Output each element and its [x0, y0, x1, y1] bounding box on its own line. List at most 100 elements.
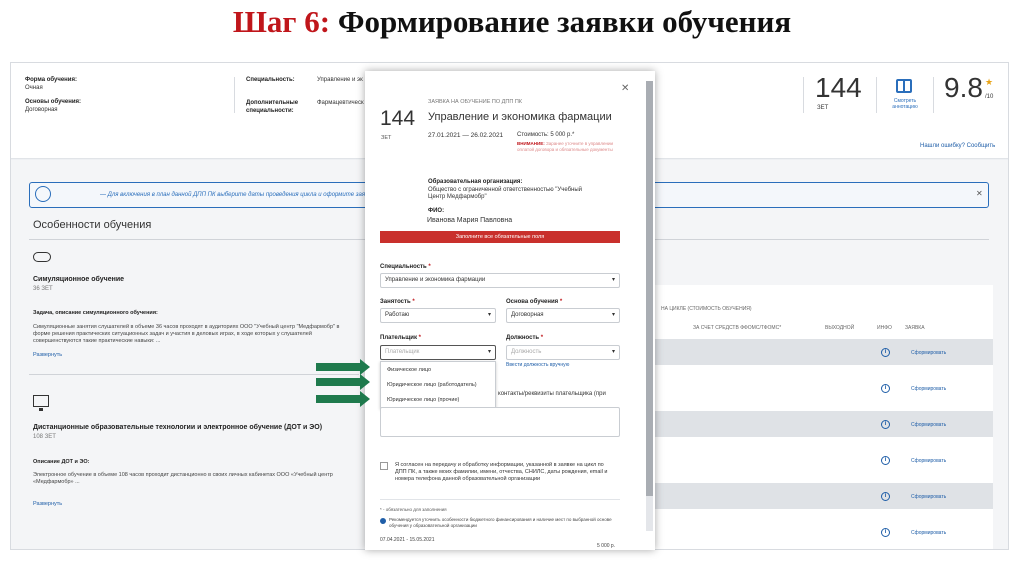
- info-icon[interactable]: i: [881, 492, 890, 501]
- form-application-link[interactable]: Сформировать: [911, 386, 946, 392]
- basis-field-label: Основа обучения *: [506, 299, 563, 305]
- busy-select[interactable]: Работаю ▾: [380, 308, 496, 323]
- org-label: Образовательная организация:: [428, 179, 523, 185]
- consent-text: Я согласен на передачу и обработку инфор…: [395, 462, 608, 482]
- divider: [933, 77, 934, 113]
- consent-checkbox[interactable]: [380, 462, 388, 470]
- spec-select[interactable]: Управление и экономика фармации ▾: [380, 273, 620, 288]
- expand-link[interactable]: Развернуть: [33, 501, 62, 507]
- spec-meta-label: Специальность:: [246, 77, 295, 83]
- notice-close-icon[interactable]: ✕: [976, 189, 983, 198]
- col-app: ЗАЯВКА: [905, 325, 925, 331]
- spec-meta-value: Управление и эк: [317, 77, 363, 83]
- dot-desc-heading: Описание ДОТ и ЭО:: [33, 459, 90, 465]
- fio-value: Иванова Мария Павловна: [427, 217, 513, 224]
- arrow-pointer: [316, 391, 370, 407]
- dot-title: Дистанционные образовательные технологии…: [33, 424, 323, 431]
- payer-field-label: Плательщик *: [380, 335, 422, 341]
- slide-title: Шаг 6: Формирование заявки обучения: [0, 4, 1024, 40]
- contacts-textarea[interactable]: [380, 407, 620, 437]
- position-manual-link[interactable]: Ввести должность вручную: [506, 362, 569, 368]
- modal-dates: 27.01.2021 — 26.02.2021: [428, 132, 504, 139]
- modal-zet-label: ЗЕТ: [381, 135, 392, 141]
- table-row: i Сформировать: [653, 447, 993, 473]
- chevron-down-icon: ▾: [487, 349, 491, 355]
- divider: [803, 77, 804, 113]
- divider: [234, 77, 235, 113]
- step-title: Формирование заявки обучения: [330, 4, 792, 39]
- features-title: Особенности обучения: [33, 219, 152, 231]
- basis-select[interactable]: Договорная ▾: [506, 308, 620, 323]
- required-note: * - обязательно для заполнения: [380, 507, 447, 512]
- payer-dropdown: Физическое лицо Юридическое лицо (работо…: [380, 361, 496, 409]
- zet-label: ЗЕТ: [817, 105, 829, 111]
- chevron-down-icon: ▾: [487, 312, 491, 318]
- modal-cost: Стоимость: 5 000 р.*: [517, 132, 575, 138]
- dot-desc: Электронное обучение в объеме 108 часов …: [33, 472, 333, 485]
- info-icon: [380, 518, 386, 524]
- info-icon[interactable]: i: [881, 348, 890, 357]
- application-modal: ✕ ЗАЯВКА НА ОБУЧЕНИЕ ПО ДПП ПК 144 ЗЕТ У…: [365, 71, 655, 550]
- monitor-icon: [33, 395, 49, 411]
- required-fields-alert: Заполните все обязательные поля: [380, 231, 620, 243]
- fio-label: ФИО:: [428, 208, 445, 214]
- arrow-pointer: [316, 374, 370, 390]
- table-row: i Сформировать: [653, 375, 993, 401]
- book-icon[interactable]: [896, 79, 912, 93]
- info-icon[interactable]: i: [881, 456, 890, 465]
- zet-count: 144: [815, 72, 862, 103]
- chevron-down-icon: ▾: [611, 349, 615, 355]
- col-day: ВЫХОДНОЙ: [825, 325, 855, 331]
- report-error-link[interactable]: Нашли ошибку? Сообщить: [920, 143, 995, 149]
- cycle-price: 5 000 р.: [597, 543, 616, 549]
- badge-icon: [35, 186, 51, 202]
- arrow-pointer: [316, 359, 370, 375]
- divider: [876, 77, 877, 113]
- spec-field-label: Специальность *: [380, 264, 431, 270]
- table-row: i Сформировать: [653, 519, 993, 545]
- basis-meta: Основы обучения: Договорная: [25, 99, 82, 113]
- form-application-link[interactable]: Сформировать: [911, 458, 946, 464]
- form-application-link[interactable]: Сформировать: [911, 530, 946, 536]
- position-select[interactable]: Должность ▾: [506, 345, 620, 360]
- position-field-label: Должность *: [506, 335, 544, 341]
- info-note: Рекомендуется уточнить особенности бюдже…: [389, 517, 612, 528]
- table-group-header: НА ЦИКЛЕ (СТОИМОСТЬ ОБУЧЕНИЯ): [661, 306, 752, 312]
- modal-title: Управление и экономика фармации: [428, 111, 612, 123]
- form-application-link[interactable]: Сформировать: [911, 422, 946, 428]
- payer-option[interactable]: Юридическое лицо (прочие): [387, 397, 459, 403]
- modal-warning: ВНИМАНИЕ: Заранее уточните в управлении …: [517, 141, 613, 152]
- add-spec-label: Дополнительные специальности:: [246, 100, 299, 114]
- notice-text: — Для включения в план данной ДПП ПК выб…: [100, 192, 371, 198]
- form-application-link[interactable]: Сформировать: [911, 350, 946, 356]
- scrollbar-thumb[interactable]: [646, 81, 653, 496]
- divider: [29, 374, 359, 375]
- form-meta: Форма обучения: Очная: [25, 77, 77, 91]
- divider: [380, 499, 620, 500]
- table-row: i Сформировать: [653, 339, 993, 365]
- payer-option[interactable]: Юридическое лицо (работодатель): [387, 382, 477, 388]
- expand-link[interactable]: Развернуть: [33, 352, 62, 358]
- close-icon[interactable]: ✕: [621, 83, 629, 94]
- info-icon[interactable]: i: [881, 384, 890, 393]
- table-row: i Сформировать: [653, 411, 993, 437]
- sim-zet: 36 ЗЕТ: [33, 286, 53, 292]
- chevron-down-icon: ▾: [611, 277, 615, 283]
- modal-zet: 144: [380, 107, 416, 130]
- annotation-link[interactable]: Смотреть аннотацию: [885, 98, 925, 110]
- add-spec-value: Фармацевтическ: [317, 100, 364, 106]
- sim-desc-heading: Задача, описание симуляционного обучения…: [33, 310, 158, 316]
- cycles-table: НА ЦИКЛЕ (СТОИМОСТЬ ОБУЧЕНИЯ) ЗА СЧЕТ СР…: [653, 285, 993, 549]
- step-label: Шаг 6:: [232, 4, 331, 39]
- sim-title: Симуляционное обучение: [33, 276, 125, 283]
- modal-kicker: ЗАЯВКА НА ОБУЧЕНИЕ ПО ДПП ПК: [428, 99, 522, 105]
- payer-option[interactable]: Физическое лицо: [387, 367, 431, 373]
- gamepad-icon: [33, 252, 51, 262]
- payer-select[interactable]: Плательщик ▾: [380, 345, 496, 360]
- info-icon[interactable]: i: [881, 420, 890, 429]
- cycle-dates: 07.04.2021 - 15.05.2021: [380, 537, 435, 543]
- form-application-link[interactable]: Сформировать: [911, 494, 946, 500]
- chevron-down-icon: ▾: [611, 312, 615, 318]
- slide: Шаг 6: Формирование заявки обучения Форм…: [0, 0, 1024, 574]
- info-icon[interactable]: i: [881, 528, 890, 537]
